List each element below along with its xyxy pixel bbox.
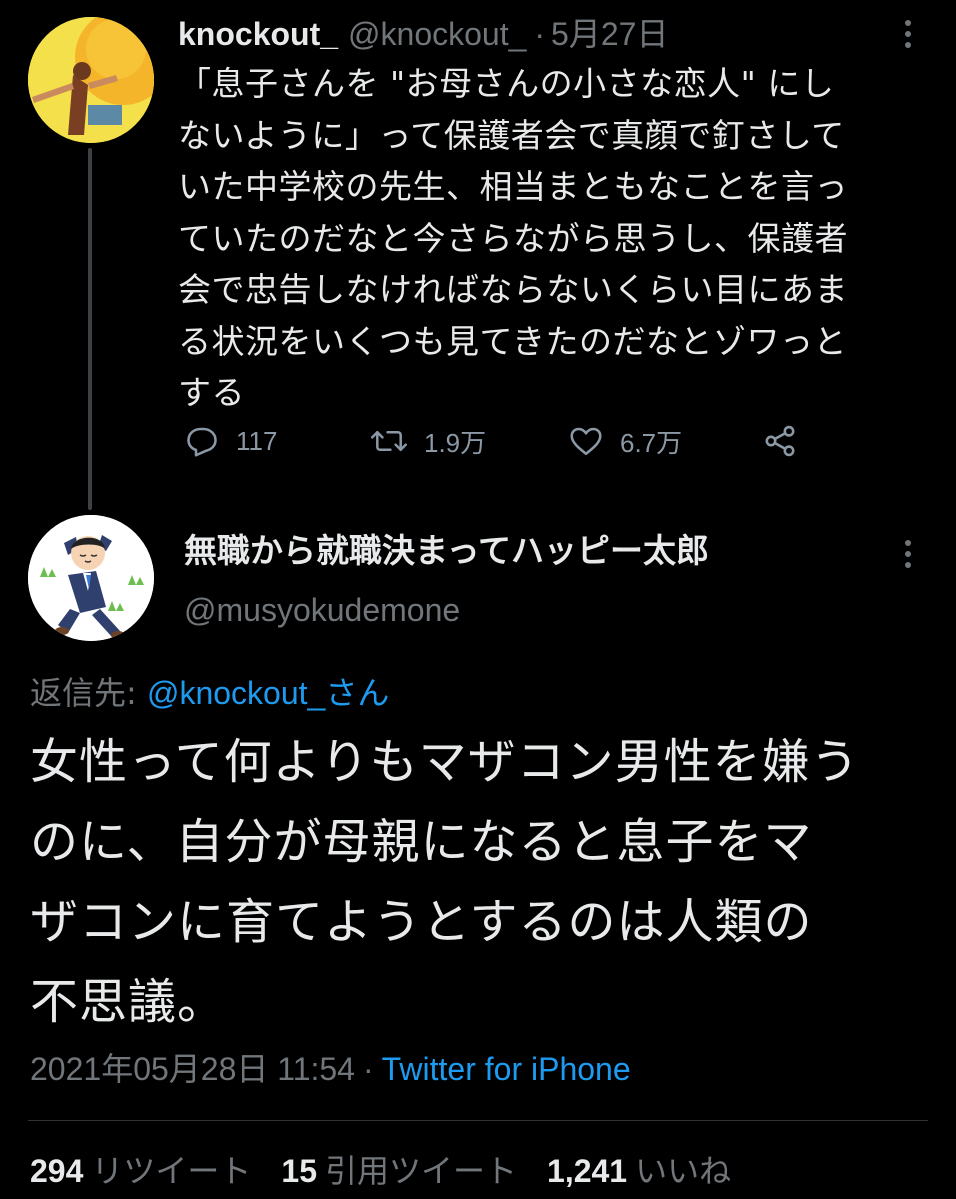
like-button[interactable]: 6.7万 [568,418,682,464]
avatar-knockout[interactable] [28,17,154,143]
likes-stat[interactable]: 1,241 いいね [547,1152,761,1190]
tweet-text-line: 女性って何よりもマザコン男性を嫌う [30,734,860,790]
like-count: 6.7万 [620,427,683,458]
reply-count: 117 [236,425,278,456]
tweet-meta: 2021年05月28日 11:54 · Twitter for iPhone [30,1046,631,1092]
user-handle[interactable]: @musyokudemone [184,587,460,633]
tweet-text-line: 「息子さんを "お母さんの小さな恋人" にし [178,64,835,103]
tweet-timestamp[interactable]: 2021年05月28日 11:54 [30,1051,355,1087]
divider [28,1120,928,1121]
retweets-label: リツイート [91,1152,252,1190]
tweet-text-line: 不思議。 [30,974,227,1030]
tweet-text-line: いた中学校の先生、相当まともなことを言っ [178,167,848,206]
tweet-source-link[interactable]: Twitter for iPhone [382,1051,631,1087]
separator-dot: · [534,16,546,52]
reply-to-label: 返信先: [30,674,137,712]
tweet-text-line: する [178,373,245,412]
retweet-icon [370,430,408,452]
display-name[interactable]: knockout_ [178,16,338,52]
separator-dot: · [362,1051,374,1087]
more-icon [898,534,918,574]
quotes-label: 引用ツイート [325,1152,518,1190]
tweet-text-line: のに、自分が母親になると息子をマ [30,814,813,870]
reply-to-line: 返信先: @knockout_さん [30,669,389,717]
retweets-count: 294 [30,1153,84,1189]
tweet-actions: 117 1.9万 6.7万 [184,418,824,464]
more-options-button[interactable] [898,534,918,574]
likes-label: いいね [635,1152,732,1190]
tweet-stats: 294 リツイート 15 引用ツイート 1,241 いいね [30,1148,761,1194]
share-button[interactable] [762,418,814,464]
reply-to-user-link[interactable]: @knockout_さん [147,675,389,711]
heart-icon [570,427,602,456]
tweet-text-line: ザコンに育てようとするのは人類の [30,894,813,950]
retweet-count: 1.9万 [424,427,487,458]
tweet-text-line: ていたのだなと今さらながら思うし、保護者 [178,218,848,258]
tweet-text-line: 会で忠告しなければならないくらい目にあま [178,270,848,309]
retweet-button[interactable]: 1.9万 [370,418,486,464]
thread-line [88,148,92,510]
quotes-stat[interactable]: 15 引用ツイート [281,1152,547,1190]
user-handle[interactable]: @knockout_ [348,16,526,52]
retweets-stat[interactable]: 294 リツイート [30,1152,281,1190]
reply-button[interactable]: 117 [184,418,277,464]
more-options-button[interactable] [898,14,918,54]
quotes-count: 15 [281,1153,317,1189]
more-icon [898,14,918,54]
tweet-date[interactable]: 5月27日 [551,16,668,52]
likes-count: 1,241 [547,1153,628,1189]
tweet-text-line: る状況をいくつも見てきたのだなとゾワっと [178,321,848,361]
reply-icon [187,427,217,457]
tweet-text: 「息子さんを "お母さんの小さな恋人" にし ないように」って保護者会で真顔で釘… [178,58,928,419]
tweet-text: 女性って何よりもマザコン男性を嫌う のに、自分が母親になると息子をマ ザコンに育… [30,722,940,1042]
share-icon [765,425,795,457]
display-name[interactable]: 無職から就職決まってハッピー太郎 [184,528,709,574]
tweet-text-line: ないように」って保護者会で真顔で釘さして [178,115,845,155]
avatar-musyokudemone[interactable] [28,515,154,641]
avatar-image [28,515,154,641]
tweet-header: knockout_ @knockout_ · 5月27日 [178,12,898,56]
avatar-image [28,17,154,143]
